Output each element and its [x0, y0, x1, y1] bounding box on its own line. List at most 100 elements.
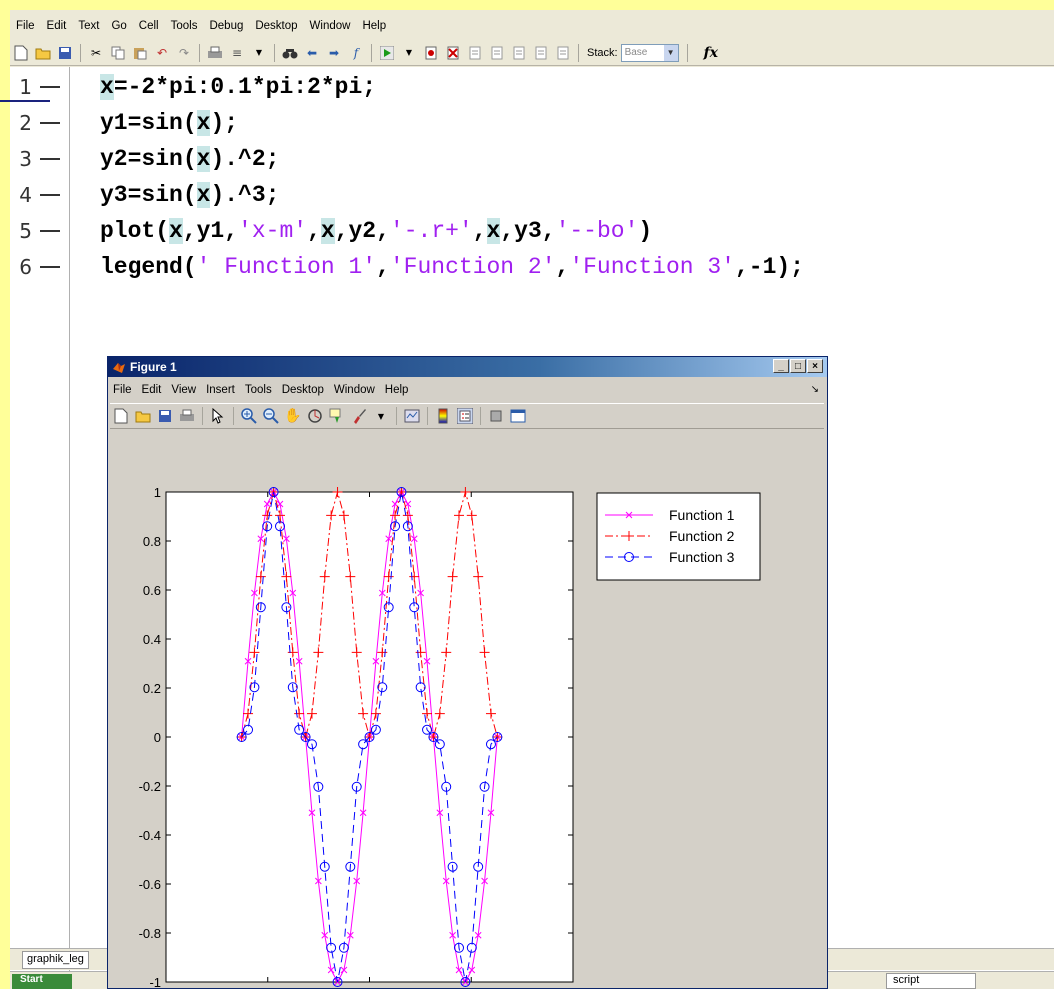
menu-file[interactable]: File	[10, 20, 41, 32]
close-button[interactable]: ×	[807, 359, 823, 373]
rotate-3d-icon[interactable]	[306, 407, 324, 425]
line-marker: 6	[10, 249, 60, 285]
slide-margin	[0, 0, 10, 989]
show-plot-tools-icon[interactable]	[509, 407, 527, 425]
zoom-in-icon[interactable]	[240, 407, 258, 425]
figure-menubar: File Edit View Insert Tools Desktop Wind…	[108, 380, 413, 400]
menu-go[interactable]: Go	[105, 20, 132, 32]
toolbar-separator	[578, 43, 579, 62]
menu-tools[interactable]: Tools	[165, 20, 204, 32]
cut-icon[interactable]: ✂	[87, 44, 105, 62]
matlab-logo-icon	[113, 363, 125, 373]
line-dash	[40, 194, 60, 196]
fig-menu-insert[interactable]: Insert	[201, 384, 240, 396]
dropdown-arrow-icon[interactable]: ▼	[400, 44, 418, 62]
figure-window: Figure 1 _ □ × File Edit View Insert Too…	[107, 356, 828, 989]
fig-menu-help[interactable]: Help	[380, 384, 414, 396]
menu-debug[interactable]: Debug	[203, 20, 249, 32]
menu-desktop[interactable]: Desktop	[249, 20, 303, 32]
redo-icon[interactable]: ↷	[175, 44, 193, 62]
exit-debug-icon[interactable]	[554, 44, 572, 62]
save-icon[interactable]	[156, 407, 174, 425]
undo-icon[interactable]: ↶	[153, 44, 171, 62]
stack-select[interactable]: Base ▼	[620, 43, 679, 62]
toolbar-separator	[427, 407, 428, 425]
save-icon[interactable]	[56, 44, 74, 62]
open-folder-icon[interactable]	[134, 407, 152, 425]
maximize-button[interactable]: □	[790, 359, 806, 373]
dropdown-arrow-icon[interactable]: ▼	[250, 44, 268, 62]
legend-label: Function 2	[669, 528, 735, 544]
dock-arrow-icon[interactable]: ↘	[811, 384, 819, 395]
menu-text[interactable]: Text	[72, 20, 105, 32]
slide-accent-line	[0, 100, 50, 102]
y-tick-label: 0	[154, 730, 161, 745]
plot-canvas[interactable]: 10.80.60.40.20-0.2-0.4-0.6-0.8-1 -10-505…	[108, 433, 827, 989]
code-line-4[interactable]: y3=sin(x).^3;	[100, 177, 279, 213]
print-icon[interactable]	[206, 44, 224, 62]
y-tick-label: -0.8	[139, 926, 161, 941]
print-icon[interactable]	[178, 407, 196, 425]
file-tab[interactable]: graphik_leg	[22, 951, 89, 969]
continue-icon[interactable]	[532, 44, 550, 62]
figure-titlebar[interactable]: Figure 1 _ □ ×	[108, 357, 827, 377]
code-line-1[interactable]: x=-2*pi:0.1*pi:2*pi;	[100, 69, 376, 105]
zoom-out-icon[interactable]	[262, 407, 280, 425]
line-marker: 2	[10, 105, 60, 141]
fig-menu-edit[interactable]: Edit	[137, 384, 167, 396]
fx-button[interactable]: fx	[704, 45, 718, 61]
find-icon[interactable]	[281, 44, 299, 62]
toolbar-separator	[80, 43, 81, 62]
run-icon[interactable]	[378, 44, 396, 62]
forward-arrow-icon[interactable]: ➡	[325, 44, 343, 62]
brush-icon[interactable]	[350, 407, 368, 425]
line-marker: 5	[10, 213, 60, 249]
start-button[interactable]: Start	[12, 974, 72, 989]
line-number: 3	[19, 147, 32, 171]
code-line-6[interactable]: legend(' Function 1','Function 2','Funct…	[100, 249, 804, 285]
code-line-2[interactable]: y1=sin(x);	[100, 105, 238, 141]
code-line-3[interactable]: y2=sin(x).^2;	[100, 141, 279, 177]
step-icon[interactable]	[466, 44, 484, 62]
legend[interactable]: Function 1 Function 2 Function 3	[596, 492, 761, 581]
paste-icon[interactable]	[131, 44, 149, 62]
editor-menubar: File Edit Text Go Cell Tools Debug Deskt…	[10, 16, 392, 36]
menu-help[interactable]: Help	[356, 20, 392, 32]
fig-menu-file[interactable]: File	[108, 384, 137, 396]
hide-plot-tools-icon[interactable]	[487, 407, 505, 425]
toolbar-separator	[686, 43, 688, 62]
new-file-icon[interactable]	[12, 44, 30, 62]
y-tick-label: 0.6	[143, 583, 161, 598]
back-arrow-icon[interactable]: ⬅	[303, 44, 321, 62]
step-in-icon[interactable]	[488, 44, 506, 62]
fig-menu-view[interactable]: View	[166, 384, 201, 396]
code-line-5[interactable]: plot(x,y1,'x-m',x,y2,'-.r+',x,y3,'--bo')	[100, 213, 652, 249]
legend-icon[interactable]	[456, 407, 474, 425]
indent-icon[interactable]: ≡	[228, 44, 246, 62]
fig-menu-tools[interactable]: Tools	[240, 384, 277, 396]
step-out-icon[interactable]	[510, 44, 528, 62]
dropdown-arrow-icon[interactable]: ▼	[372, 407, 390, 425]
clear-breakpoints-icon[interactable]	[444, 44, 462, 62]
set-breakpoint-icon[interactable]	[422, 44, 440, 62]
open-folder-icon[interactable]	[34, 44, 52, 62]
menu-cell[interactable]: Cell	[133, 20, 165, 32]
line-dash	[40, 86, 60, 88]
pointer-icon[interactable]	[209, 407, 227, 425]
menu-window[interactable]: Window	[304, 20, 357, 32]
link-plot-icon[interactable]	[403, 407, 421, 425]
function-icon[interactable]: f	[347, 44, 365, 62]
minimize-button[interactable]: _	[773, 359, 789, 373]
menu-edit[interactable]: Edit	[41, 20, 73, 32]
colorbar-icon[interactable]	[434, 407, 452, 425]
data-cursor-icon[interactable]	[328, 407, 346, 425]
pan-hand-icon[interactable]: ✋	[284, 407, 302, 425]
chevron-down-icon[interactable]: ▼	[663, 44, 678, 61]
toolbar-separator	[199, 43, 200, 62]
new-figure-icon[interactable]	[112, 407, 130, 425]
line-number: 1	[19, 75, 32, 99]
fig-menu-window[interactable]: Window	[329, 384, 380, 396]
toolbar-separator	[371, 43, 372, 62]
fig-menu-desktop[interactable]: Desktop	[277, 384, 329, 396]
copy-icon[interactable]	[109, 44, 127, 62]
